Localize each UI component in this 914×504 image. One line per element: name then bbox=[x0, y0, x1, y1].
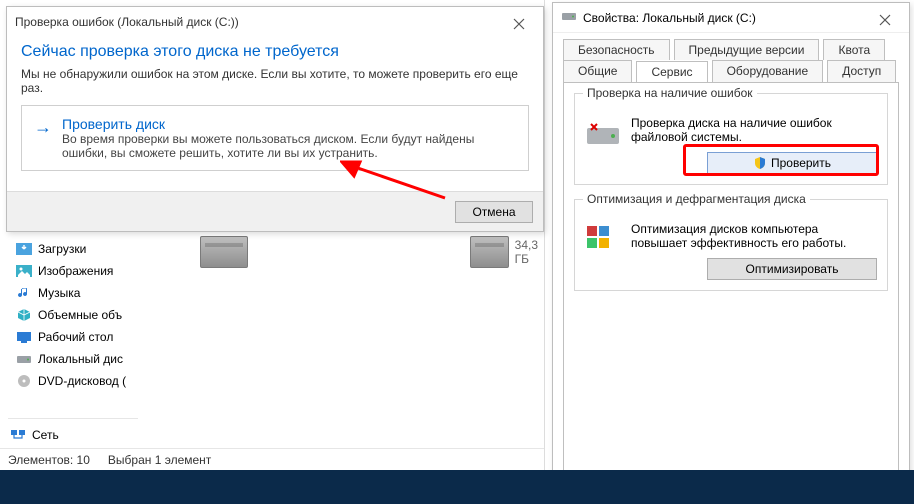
sidebar-item-downloads[interactable]: Загрузки bbox=[8, 238, 136, 260]
error-check-group: Проверка на наличие ошибок Проверка диск… bbox=[574, 93, 888, 185]
close-icon bbox=[879, 14, 891, 26]
group-text: Оптимизация дисков компьютера повышает э… bbox=[631, 222, 877, 250]
dialog-heading: Сейчас проверка этого диска не требуется bbox=[7, 37, 543, 67]
sidebar-item-dvd[interactable]: DVD-дисковод ( bbox=[8, 370, 136, 392]
cancel-button[interactable]: Отмена bbox=[455, 201, 533, 223]
tab-label: Предыдущие версии bbox=[689, 43, 805, 57]
hdd-icon bbox=[470, 236, 509, 268]
sidebar-item-label: Загрузки bbox=[38, 242, 86, 256]
sidebar-item-desktop[interactable]: Рабочий стол bbox=[8, 326, 136, 348]
tab-label: Оборудование bbox=[727, 64, 809, 78]
scan-option-desc: Во время проверки вы можете пользоваться… bbox=[62, 132, 516, 160]
tab-security[interactable]: Безопасность bbox=[563, 39, 670, 60]
music-icon bbox=[16, 285, 32, 301]
dialog-titlebar[interactable]: Проверка ошибок (Локальный диск (C:)) bbox=[7, 7, 543, 37]
tab-label: Общие bbox=[578, 64, 617, 78]
arrow-right-icon: → bbox=[34, 118, 52, 160]
drive-tile-2[interactable]: 34,3 ГБ bbox=[470, 236, 547, 268]
tab-hardware[interactable]: Оборудование bbox=[712, 60, 824, 82]
sidebar-item-label: Рабочий стол bbox=[38, 330, 113, 344]
sidebar-item-label: DVD-дисковод ( bbox=[38, 374, 126, 388]
network-icon bbox=[10, 427, 26, 443]
shield-icon bbox=[753, 156, 767, 170]
close-button[interactable] bbox=[865, 9, 905, 31]
dialog-body: Мы не обнаружили ошибок на этом диске. Е… bbox=[7, 67, 543, 95]
tab-tools[interactable]: Сервис bbox=[636, 61, 707, 83]
defrag-icon bbox=[585, 222, 621, 258]
hdd-icon bbox=[200, 236, 248, 268]
group-text: Проверка диска на наличие ошибок файлово… bbox=[631, 116, 877, 144]
check-button[interactable]: Проверить bbox=[707, 152, 877, 174]
drive-icon bbox=[16, 351, 32, 367]
taskbar[interactable] bbox=[0, 470, 914, 504]
tab-sharing[interactable]: Доступ bbox=[827, 60, 896, 82]
close-icon bbox=[513, 18, 525, 30]
scan-option[interactable]: → Проверить диск Во время проверки вы мо… bbox=[21, 105, 529, 171]
button-label: Отмена bbox=[472, 205, 515, 219]
tab-general[interactable]: Общие bbox=[563, 60, 632, 82]
tab-content-tools: Проверка на наличие ошибок Проверка диск… bbox=[563, 82, 899, 482]
drive-small-icon bbox=[561, 8, 577, 27]
sidebar-item-label: Объемные объ bbox=[38, 308, 122, 322]
sidebar-item-label: Локальный дис bbox=[38, 352, 123, 366]
properties-window: Свойства: Локальный диск (C:) Безопаснос… bbox=[552, 2, 910, 502]
sidebar-item-3d[interactable]: Объемные объ bbox=[8, 304, 136, 326]
sidebar-item-music[interactable]: Музыка bbox=[8, 282, 136, 304]
tab-label: Доступ bbox=[842, 64, 881, 78]
properties-title: Свойства: Локальный диск (C:) bbox=[583, 11, 756, 25]
status-bar: Элементов: 10 Выбран 1 элемент bbox=[0, 448, 544, 470]
sidebar-item-label: Сеть bbox=[32, 428, 59, 442]
dialog-footer: Отмена bbox=[7, 191, 543, 231]
tab-label: Безопасность bbox=[578, 43, 655, 57]
tab-strip: Безопасность Предыдущие версии Квота Общ… bbox=[553, 33, 909, 82]
optimize-group: Оптимизация и дефрагментация диска Оптим… bbox=[574, 199, 888, 291]
properties-titlebar[interactable]: Свойства: Локальный диск (C:) bbox=[553, 3, 909, 33]
tab-quota[interactable]: Квота bbox=[823, 39, 885, 60]
status-selection: Выбран 1 элемент bbox=[108, 453, 211, 467]
scan-option-title: Проверить диск bbox=[62, 116, 516, 132]
status-count: Элементов: 10 bbox=[8, 453, 90, 467]
button-label: Проверить bbox=[771, 156, 831, 170]
sidebar-item-network[interactable]: Сеть bbox=[2, 424, 59, 446]
cube-icon bbox=[16, 307, 32, 323]
sidebar-item-label: Музыка bbox=[38, 286, 80, 300]
group-legend: Оптимизация и дефрагментация диска bbox=[583, 192, 810, 206]
sidebar-item-pictures[interactable]: Изображения bbox=[8, 260, 136, 282]
sidebar-item-label: Изображения bbox=[38, 264, 113, 278]
drive-size-label: 34,3 ГБ bbox=[515, 238, 548, 266]
downloads-icon bbox=[16, 241, 32, 257]
nav-pane: Загрузки Изображения Музыка Объемные объ… bbox=[8, 238, 136, 392]
pictures-icon bbox=[16, 263, 32, 279]
optimize-button[interactable]: Оптимизировать bbox=[707, 258, 877, 280]
tab-label: Сервис bbox=[651, 65, 692, 79]
close-button[interactable] bbox=[499, 13, 539, 35]
group-legend: Проверка на наличие ошибок bbox=[583, 86, 757, 100]
error-check-dialog: Проверка ошибок (Локальный диск (C:)) Се… bbox=[6, 6, 544, 232]
dialog-title: Проверка ошибок (Локальный диск (C:)) bbox=[15, 15, 239, 29]
tab-prev-versions[interactable]: Предыдущие версии bbox=[674, 39, 820, 60]
drive-tile-1[interactable] bbox=[200, 236, 248, 268]
tab-label: Квота bbox=[838, 43, 870, 57]
desktop-icon bbox=[16, 329, 32, 345]
dvd-icon bbox=[16, 373, 32, 389]
drive-check-icon bbox=[585, 116, 621, 152]
button-label: Оптимизировать bbox=[746, 262, 839, 276]
sidebar-item-localdisk[interactable]: Локальный дис bbox=[8, 348, 136, 370]
